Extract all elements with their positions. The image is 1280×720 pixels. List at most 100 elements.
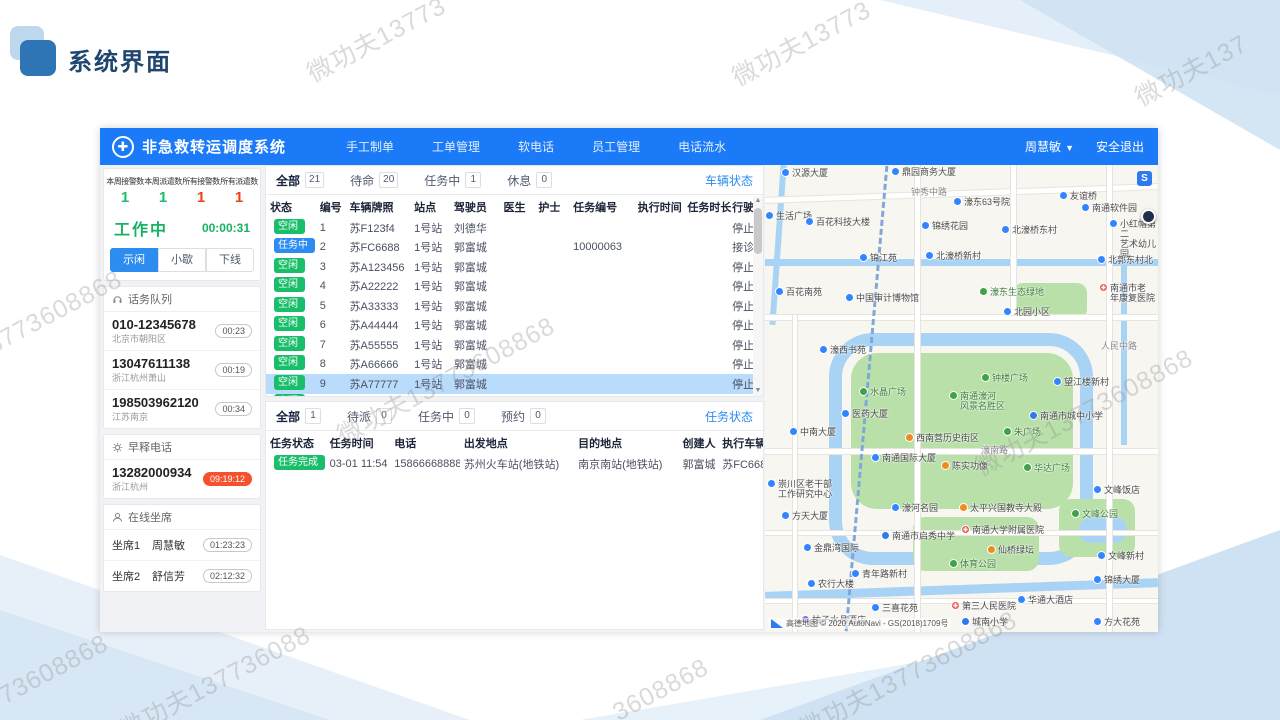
- queue-item[interactable]: 010-12345678北京市朝阳区00:23: [104, 312, 260, 351]
- status-badge: 任务完成: [274, 455, 325, 470]
- tab-label: 待派: [347, 408, 371, 425]
- cell: 郭富城: [450, 259, 500, 275]
- table-row[interactable]: 空闲5苏A333331号站郭富城停止: [266, 296, 763, 316]
- scroll-down-icon[interactable]: ▼: [753, 386, 763, 396]
- tab-待命[interactable]: 待命 20: [350, 172, 398, 189]
- table-row[interactable]: 任务中2苏FC66881号站郭富城10000063接诊: [266, 238, 763, 258]
- tab-count: 20: [379, 172, 398, 188]
- table-row[interactable]: 空闲7苏A555551号站郭富城停止: [266, 335, 763, 355]
- phone-location: 江苏南京: [112, 410, 199, 423]
- map-label: 望江楼新村: [1053, 377, 1109, 387]
- table-row[interactable]: 任务完成03-01 11:5415866668888苏州火车站(地铁站)南京南站…: [266, 454, 763, 474]
- map-label: 濠西书苑: [819, 345, 866, 355]
- map-view[interactable]: S 汉源大厦鼎园商务大厦钟秀中路濠东63号院友谊桥生活广场百花科技大楼锦绣花园北…: [765, 165, 1158, 632]
- phone-location: 浙江杭州: [112, 480, 192, 493]
- map-label: 中国审计博物馆: [845, 293, 919, 303]
- cell: 6: [316, 319, 346, 331]
- status-badge: 空闲: [274, 277, 305, 292]
- table-row[interactable]: 空闲6苏A444441号站郭富城停止: [266, 316, 763, 336]
- agent-seat: 坐席2: [112, 568, 152, 584]
- duration-badge: 00:19: [215, 363, 252, 377]
- building-poi-icon: [859, 253, 868, 262]
- map-label-text: 文峰新村: [1108, 551, 1144, 561]
- cell: 郭富城: [450, 278, 500, 294]
- task-status-link[interactable]: 任务状态: [705, 408, 753, 425]
- agent-state-button-1[interactable]: 示闲: [110, 248, 158, 272]
- tab-label: 待命: [350, 172, 374, 189]
- map-label: 方天大厦: [781, 511, 828, 521]
- building-poi-icon: [807, 579, 816, 588]
- table-row[interactable]: 空闲1苏F123f41号站刘德华停止: [266, 218, 763, 238]
- map-label: 金鼎湾国际: [803, 543, 859, 553]
- map-label-text: 中国审计博物馆: [856, 293, 919, 303]
- tab-待派[interactable]: 待派0: [347, 408, 392, 425]
- agent-status-card: 本周接警数本周派遣数所有接警数所有派遣数 1111 工作中 00:00:31 示…: [103, 168, 261, 281]
- cell: 苏FC6688: [718, 456, 763, 472]
- school-poi-icon: [881, 531, 890, 540]
- cell: 3: [316, 261, 346, 273]
- table-row[interactable]: 空闲9苏A777771号站郭富城停止: [266, 374, 763, 394]
- vehicle-status-link[interactable]: 车辆状态: [705, 172, 753, 189]
- building-poi-icon: [925, 251, 934, 260]
- tab-预约[interactable]: 预约0: [501, 408, 546, 425]
- tasks-table-header: 任务状态任务时间电话出发地点目的地点创建人执行车辆: [266, 431, 763, 454]
- agent-row: 坐席2舒信芳02:12:32: [104, 561, 260, 591]
- chevron-down-icon: ▼: [1065, 143, 1074, 153]
- building-poi-icon: [819, 345, 828, 354]
- agent-state-button-3[interactable]: 下线: [206, 248, 254, 272]
- cell: 郭富城: [450, 395, 500, 397]
- cell: 7: [316, 339, 346, 351]
- queue-item[interactable]: 13282000934浙江杭州09:19:12: [104, 460, 260, 498]
- map-label-text: 文峰公园: [1082, 509, 1118, 519]
- header-right: 周慧敏▼ 安全退出: [1025, 138, 1144, 155]
- table-row[interactable]: 空闲3苏A1234561号站郭富城停止: [266, 257, 763, 277]
- tab-任务中[interactable]: 任务中0: [418, 408, 475, 425]
- tab-全部[interactable]: 全部1: [276, 408, 321, 425]
- queue-item-info: 198503962120江苏南京: [112, 395, 199, 423]
- tab-任务中[interactable]: 任务中1: [424, 172, 481, 189]
- tab-全部[interactable]: 全部21: [276, 172, 324, 189]
- vehicle-status-cell: 任务中: [266, 238, 316, 256]
- column-header: 医生: [500, 199, 535, 215]
- scrollbar-thumb[interactable]: [754, 208, 762, 254]
- map-label: 鼎园商务大厦: [891, 167, 956, 177]
- cell: 9: [316, 378, 346, 390]
- user-menu[interactable]: 周慧敏▼: [1025, 138, 1074, 155]
- nav-item-3[interactable]: 软电话: [518, 138, 554, 155]
- map-label: 锦绣大厦: [1093, 575, 1140, 585]
- table-row[interactable]: 空闲8苏A666661号站郭富城停止: [266, 355, 763, 375]
- queue-item[interactable]: 13047611138浙江杭州萧山00:19: [104, 351, 260, 390]
- nav-item-4[interactable]: 员工管理: [592, 138, 640, 155]
- table-row[interactable]: 空闲10苏A888881号站郭富城停止: [266, 394, 763, 398]
- building-poi-icon: [1097, 551, 1106, 560]
- map-label-text: 百花南苑: [786, 287, 822, 297]
- cell: 1号站: [410, 278, 450, 294]
- nav-item-2[interactable]: 工单管理: [432, 138, 480, 155]
- vehicle-marker-icon[interactable]: [1141, 209, 1156, 224]
- queue-item[interactable]: 198503962120江苏南京00:34: [104, 390, 260, 428]
- cell: 苏A33333: [346, 298, 411, 314]
- map-label-text: 仙桥绿坛: [998, 545, 1034, 555]
- scroll-up-icon[interactable]: ▲: [753, 196, 763, 206]
- nav-item-5[interactable]: 电话流水: [678, 138, 726, 155]
- map-label-text: 锦绣花园: [932, 221, 968, 231]
- cell: 8: [316, 358, 346, 370]
- cell: 1: [316, 222, 346, 234]
- map-label: 华通大酒店: [1017, 595, 1073, 605]
- cell: 郭富城: [678, 456, 718, 472]
- tab-休息[interactable]: 休息0: [507, 172, 552, 189]
- stat-label: 所有派遣数: [220, 176, 258, 187]
- nav-item-1[interactable]: 手工制单: [346, 138, 394, 155]
- cell: 郭富城: [450, 376, 500, 392]
- cell: 1号站: [410, 337, 450, 353]
- park-poi-icon: [981, 373, 990, 382]
- vehicles-scrollbar[interactable]: ▲ ▼: [753, 196, 763, 396]
- logout-button[interactable]: 安全退出: [1096, 138, 1144, 155]
- building-poi-icon: [1003, 307, 1012, 316]
- status-badge: 空闲: [274, 258, 305, 273]
- table-row[interactable]: 空闲4苏A222221号站郭富城停止: [266, 277, 763, 297]
- agent-state-button-2[interactable]: 小歇: [158, 248, 206, 272]
- map-pond: [1079, 517, 1127, 543]
- map-label-text: 金鼎湾国际: [814, 543, 859, 553]
- map-label: 文峰公园: [1071, 509, 1118, 519]
